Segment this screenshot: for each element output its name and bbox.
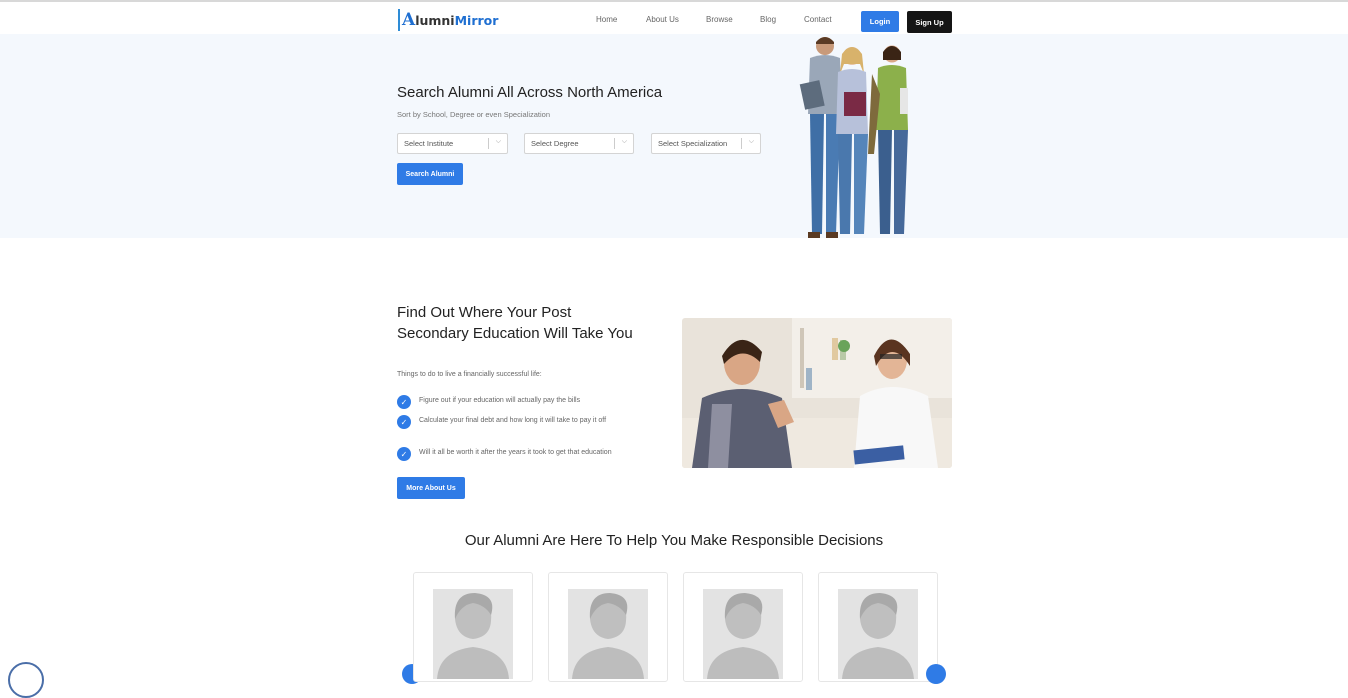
logo-text-part2: Mirror [454,12,499,28]
more-about-us-button[interactable]: More About Us [397,477,465,499]
logo-letter: A [402,10,416,30]
select-institute-label: Select Institute [404,139,454,148]
chevron-down-icon: ⌵ [495,138,501,145]
check-icon: ✓ [397,415,411,429]
logo[interactable]: A lumni Mirror [398,8,498,32]
point-1: Figure out if your education will actual… [419,397,581,404]
logo-text-part1: lumni [415,12,455,28]
check-icon: ✓ [397,447,411,461]
select-divider [614,138,615,149]
nav-blog[interactable]: Blog [760,15,776,24]
alumni-card[interactable] [818,572,938,682]
select-specialization[interactable]: Select Specialization ⌵ [651,133,761,154]
select-institute[interactable]: Select Institute ⌵ [397,133,508,154]
hero-subtitle: Sort by School, Degree or even Specializ… [397,110,551,119]
select-degree-label: Select Degree [531,139,579,148]
chat-widget-icon[interactable] [8,662,44,698]
user-placeholder-icon [703,589,783,679]
check-icon: ✓ [397,395,411,409]
point-2: Calculate your final debt and how long i… [419,417,607,424]
login-button[interactable]: Login [861,11,899,32]
about-title: Find Out Where Your Post Secondary Educa… [397,304,633,342]
nav-about[interactable]: About Us [646,15,679,24]
site-header: A lumni Mirror Home About Us Browse Blog… [0,2,1348,34]
hero-students-image [799,37,908,238]
user-placeholder-icon [838,589,918,679]
about-subtitle: Things to do to live a financially succe… [397,371,542,378]
signup-button[interactable]: Sign Up [907,11,952,33]
carousel-next-button[interactable] [926,664,946,684]
user-placeholder-icon [568,589,648,679]
alumni-card[interactable] [683,572,803,682]
select-divider [488,138,489,149]
user-placeholder-icon [433,589,513,679]
nav-browse[interactable]: Browse [706,15,733,24]
hero-title: Search Alumni All Across North America [397,84,663,101]
point-3: Will it all be worth it after the years … [419,449,612,456]
chevron-down-icon: ⌵ [621,138,627,145]
alumni-card[interactable] [413,572,533,682]
select-divider [741,138,742,149]
logo-bar [398,9,400,31]
alumni-card[interactable] [548,572,668,682]
select-degree[interactable]: Select Degree ⌵ [524,133,634,154]
search-alumni-button[interactable]: Search Alumni [397,163,463,185]
select-specialization-label: Select Specialization [658,139,728,148]
nav-home[interactable]: Home [596,15,617,24]
alumni-section-title: Our Alumni Are Here To Help You Make Res… [464,532,884,549]
chevron-down-icon: ⌵ [748,138,754,145]
counselling-photo [682,318,952,468]
nav-contact[interactable]: Contact [804,15,832,24]
